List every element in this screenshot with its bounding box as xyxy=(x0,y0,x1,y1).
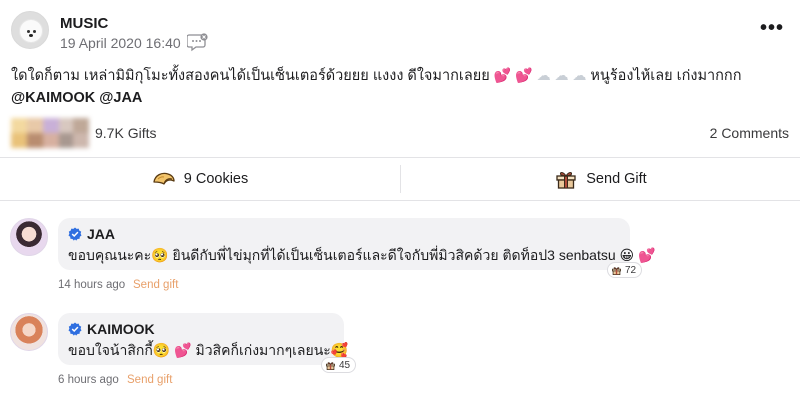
comments-count[interactable]: 2 Comments xyxy=(710,125,789,141)
more-options-icon[interactable]: ••• xyxy=(760,18,783,42)
dog-image xyxy=(20,20,42,42)
chat-bubble-icon xyxy=(187,33,208,52)
comment-author: JAA xyxy=(68,226,115,242)
comment-timestamp: 6 hours ago xyxy=(58,374,119,386)
fortune-cookie-icon xyxy=(153,172,175,185)
comment-gift-count: 45 xyxy=(339,359,351,371)
post-mentions[interactable]: @KAIMOOK @JAA xyxy=(11,90,142,106)
gift-thumbnails[interactable] xyxy=(11,118,89,148)
comment-text: ขอบคุณนะคะ🥺 ยินดีกับพี่ไข่มุกที่ได้เป็นเ… xyxy=(68,247,656,263)
comment-send-gift-link[interactable]: Send gift xyxy=(133,279,178,291)
heart-emoji: 💕 💕 xyxy=(493,67,533,83)
post-body-text: ใดใดก็ตาม เหล่ามิมิกุโมะทั้งสองคนได้เป็น… xyxy=(11,68,490,84)
verified-badge-icon xyxy=(68,322,82,336)
gift-box-icon xyxy=(556,171,576,189)
post-body: ใดใดก็ตาม เหล่ามิมิกุโมะทั้งสองคนได้เป็น… xyxy=(11,64,791,109)
author-avatar[interactable] xyxy=(11,11,49,49)
comment-text: ขอบใจน้าสิกกี้🥺 💕 มิวสิคก็เก่งมากๆเลยนะ🥰 xyxy=(68,342,349,358)
gifts-count[interactable]: 9.7K Gifts xyxy=(95,125,156,141)
gift-box-icon xyxy=(612,266,621,275)
divider xyxy=(0,200,800,201)
send-gift-label: Send Gift xyxy=(586,171,647,187)
comment-gift-badge[interactable]: 72 xyxy=(607,262,643,278)
comment-author-name[interactable]: JAA xyxy=(87,226,115,242)
verified-badge-icon xyxy=(68,227,82,241)
comment-bubble-kaimook: KAIMOOK ขอบใจน้าสิกกี้🥺 💕 มิวสิคก็เก่งมา… xyxy=(58,313,348,365)
comment-avatar-kaimook[interactable] xyxy=(10,313,48,351)
post-card: MUSIC 19 April 2020 16:40 ••• ใดใดก็ตาม … xyxy=(0,0,800,406)
comment-gift-badge[interactable]: 45 xyxy=(321,357,357,373)
gift-box-icon xyxy=(326,361,335,370)
post-timestamp: 19 April 2020 16:40 xyxy=(60,35,181,51)
post-author-name[interactable]: MUSIC xyxy=(60,15,108,32)
post-body-text-continued: หนูร้องไห้เลย เก่งมากกก xyxy=(590,68,742,84)
comment-timestamp: 14 hours ago xyxy=(58,279,126,291)
comment-send-gift-link[interactable]: Send gift xyxy=(127,374,172,386)
comment-gift-count: 72 xyxy=(625,264,637,276)
comment-bubble-jaa: JAA ขอบคุณนะคะ🥺 ยินดีกับพี่ไข่มุกที่ได้เ… xyxy=(58,218,655,270)
comment-author: KAIMOOK xyxy=(68,321,155,337)
cookies-label: 9 Cookies xyxy=(183,171,249,187)
comment-avatar-jaa[interactable] xyxy=(10,218,48,256)
cloud-emoji: ☁ ☁ ☁ xyxy=(536,67,587,83)
cookies-button[interactable]: 9 Cookies xyxy=(0,158,400,200)
comment-author-name[interactable]: KAIMOOK xyxy=(87,321,155,337)
send-gift-button[interactable]: Send Gift xyxy=(401,158,800,200)
